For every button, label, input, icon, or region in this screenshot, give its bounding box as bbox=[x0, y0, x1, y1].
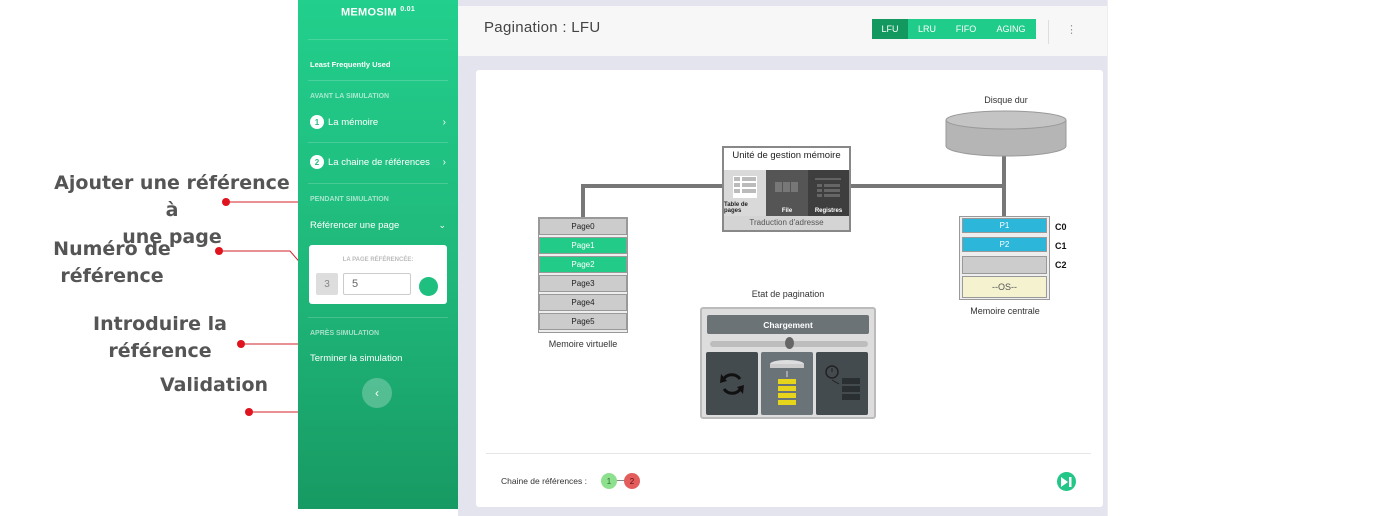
virtual-page: Page3 bbox=[539, 275, 627, 292]
os-frame: --OS-- bbox=[962, 276, 1047, 298]
annotation-dot bbox=[215, 247, 223, 255]
mmu-box: Unité de gestion mémoire Table de pages … bbox=[722, 146, 851, 232]
registers: Registres bbox=[808, 170, 849, 216]
sidebar-item-reference-page[interactable]: Référencer une page ⌄ bbox=[310, 220, 446, 231]
virtual-page: Page0 bbox=[539, 218, 627, 235]
tab-lfu[interactable]: LFU bbox=[872, 19, 908, 39]
tab-aging[interactable]: AGING bbox=[986, 19, 1036, 39]
swap-panel bbox=[706, 352, 758, 415]
physical-memory-label: Memoire centrale bbox=[970, 306, 1040, 316]
page-title: Pagination : LFU bbox=[484, 19, 601, 36]
disk-icon bbox=[945, 110, 1067, 157]
tab-lru[interactable]: LRU bbox=[908, 19, 946, 39]
divider bbox=[308, 39, 448, 40]
frame-label: C1 bbox=[1055, 241, 1067, 251]
bus-line bbox=[581, 184, 585, 218]
sidebar-item-label: La chaine de références bbox=[328, 156, 430, 168]
divider bbox=[308, 317, 448, 318]
refresh-icon bbox=[720, 372, 744, 395]
address-translation: Traduction d'adresse bbox=[724, 216, 849, 230]
bus-line bbox=[1002, 155, 1006, 218]
divider bbox=[486, 453, 1091, 454]
annotation-validation: Validation bbox=[159, 374, 269, 396]
step-badge: 2 bbox=[310, 155, 324, 169]
divider bbox=[308, 80, 448, 81]
page-table: Table de pages bbox=[724, 170, 766, 216]
main-area: Pagination : LFU LFU LRU FIFO AGING ⋮ Di… bbox=[458, 0, 1107, 516]
registers-icon bbox=[815, 178, 841, 197]
divider bbox=[308, 183, 448, 184]
divider bbox=[1048, 20, 1049, 44]
annotation-reference-number: Numéro de référence bbox=[53, 238, 171, 287]
state-status: Chargement bbox=[707, 315, 869, 334]
virtual-page: Page5 bbox=[539, 313, 627, 330]
register-panel bbox=[816, 352, 868, 415]
annotation-dot bbox=[245, 408, 253, 416]
virtual-page: Page4 bbox=[539, 294, 627, 311]
chevron-down-icon: ⌄ bbox=[438, 220, 446, 230]
chevron-right-icon: › bbox=[442, 116, 446, 128]
annotation-enter-reference: Introduire la référence bbox=[93, 313, 227, 362]
disk-label: Disque dur bbox=[984, 95, 1028, 105]
algorithm-subtitle: Least Frequently Used bbox=[310, 60, 391, 69]
sidebar-item-end-simulation[interactable]: Terminer la simulation bbox=[310, 353, 446, 364]
divider bbox=[308, 142, 448, 143]
physical-frame bbox=[962, 256, 1047, 274]
reference-number: 3 bbox=[316, 273, 338, 295]
chain-label: Chaine de références : bbox=[501, 476, 587, 486]
disk-to-memory-icon bbox=[770, 359, 804, 405]
sidebar-item-label: Terminer la simulation bbox=[310, 353, 403, 364]
collapse-sidebar-button[interactable]: ‹ bbox=[362, 378, 392, 408]
chevron-right-icon: › bbox=[442, 156, 446, 168]
queue-label: File bbox=[781, 208, 793, 214]
frame-label: C0 bbox=[1055, 222, 1067, 232]
skip-next-icon bbox=[1061, 476, 1072, 487]
registers-label: Registres bbox=[814, 208, 843, 214]
header: Pagination : LFU LFU LRU FIFO AGING ⋮ bbox=[458, 6, 1107, 56]
sidebar-item-chain[interactable]: 2 La chaine de références › bbox=[310, 155, 446, 169]
reference-input[interactable] bbox=[343, 273, 411, 295]
state-title: Etat de pagination bbox=[751, 289, 825, 299]
annotation-dot bbox=[237, 340, 245, 348]
pagination-state: Chargement bbox=[700, 307, 876, 419]
chevron-left-icon: ‹ bbox=[375, 386, 379, 400]
validate-button[interactable] bbox=[419, 277, 438, 296]
app-version: 0.01 bbox=[400, 6, 416, 13]
sidebar-item-label: Référencer une page bbox=[310, 220, 400, 231]
tab-fifo[interactable]: FIFO bbox=[946, 19, 986, 39]
load-panel bbox=[761, 352, 813, 415]
virtual-page: Page2 bbox=[539, 256, 627, 273]
progress-knob bbox=[785, 337, 794, 349]
table-icon bbox=[733, 176, 757, 198]
step-badge: 1 bbox=[310, 115, 324, 129]
clock-registers-icon bbox=[825, 364, 860, 400]
section-during: PENDANT SIMULATION bbox=[310, 196, 389, 203]
sidebar-item-memory[interactable]: 1 La mémoire › bbox=[310, 115, 446, 129]
page-table-label: Table de pages bbox=[724, 202, 748, 214]
reference-card: LA PAGE RÉFÉRENCÉE: 3 bbox=[309, 245, 447, 304]
physical-frame: P2 bbox=[962, 237, 1047, 252]
referenced-page-label: LA PAGE RÉFÉRENCÉE: bbox=[342, 257, 414, 263]
physical-frame: P1 bbox=[962, 218, 1047, 233]
virtual-page: Page1 bbox=[539, 237, 627, 254]
section-after: APRÈS SIMULATION bbox=[310, 330, 380, 337]
frame-label: C2 bbox=[1055, 260, 1067, 270]
chain-item: 2 bbox=[624, 473, 640, 489]
page-edge bbox=[1107, 0, 1108, 516]
sidebar: MEMOSIM 0.01 Least Frequently Used AVANT… bbox=[298, 0, 458, 509]
virtual-memory-label: Memoire virtuelle bbox=[548, 339, 618, 349]
app-name: MEMOSIM bbox=[340, 6, 397, 19]
more-options-icon[interactable]: ⋮ bbox=[1066, 23, 1077, 36]
queue-icon bbox=[775, 182, 798, 192]
annotation-add-reference-line1: Ajouter une référence à bbox=[54, 172, 290, 221]
annotation-dot bbox=[222, 198, 230, 206]
simulation-card: Disque dur Unité de gestion mémoire Tabl… bbox=[476, 70, 1103, 507]
chain-item: 1 bbox=[601, 473, 617, 489]
mmu-title: Unité de gestion mémoire bbox=[732, 150, 841, 161]
sidebar-item-label: La mémoire bbox=[328, 116, 379, 128]
section-before: AVANT LA SIMULATION bbox=[310, 93, 390, 100]
app-title: MEMOSIM 0.01 bbox=[298, 6, 458, 19]
next-step-button[interactable] bbox=[1057, 472, 1076, 491]
queue: File bbox=[766, 170, 808, 216]
